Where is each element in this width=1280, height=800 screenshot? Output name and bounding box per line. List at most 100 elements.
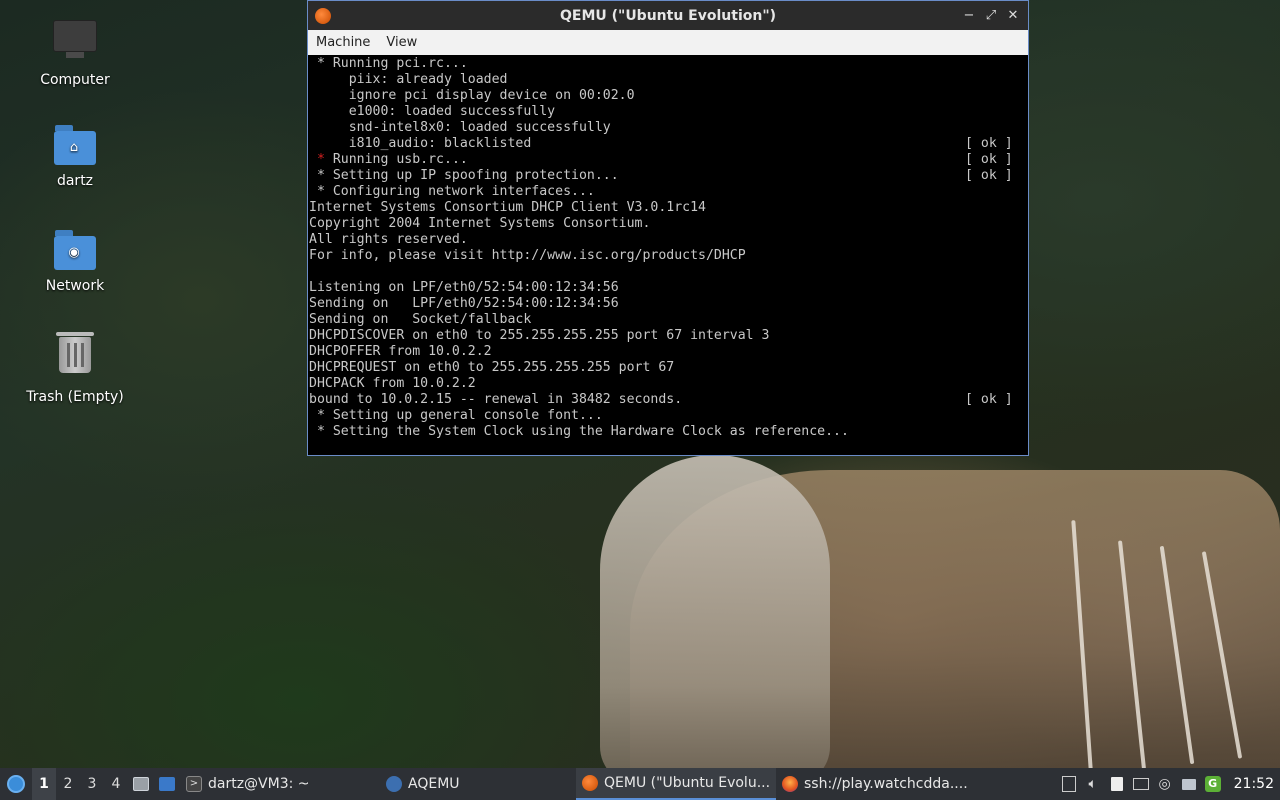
network-folder-icon: ◉: [53, 226, 97, 270]
console-line: piix: already loaded: [309, 72, 1028, 88]
console-line: ignore pci display device on 00:02.0: [309, 88, 1028, 104]
console-line-text: ignore pci display device on 00:02.0: [309, 88, 635, 103]
console-ok-status: [ ok ]: [965, 168, 1013, 183]
update-icon[interactable]: ◎: [1156, 775, 1174, 793]
task-label: AQEMU: [408, 776, 460, 792]
qemu-icon: [582, 775, 598, 791]
qemu-window[interactable]: QEMU ("Ubuntu Evolution") − ⤢ ✕ Machine …: [307, 0, 1029, 456]
desktop-icon-label: Computer: [40, 72, 110, 88]
start-menu-button[interactable]: [0, 768, 32, 800]
desktop-icon: [159, 777, 175, 791]
desktop-icon-trash[interactable]: Trash (Empty): [20, 331, 130, 405]
console-line: For info, please visit http://www.isc.or…: [309, 248, 1028, 264]
console-line-text: For info, please visit http://www.isc.or…: [309, 248, 746, 263]
desktop-icon-label: dartz: [56, 173, 94, 189]
workspace-4[interactable]: 4: [104, 768, 128, 800]
console-line: All rights reserved.: [309, 232, 1028, 248]
console-line-text: Sending on LPF/eth0/52:54:00:12:34:56: [309, 296, 619, 311]
console-line: DHCPACK from 10.0.2.2: [309, 376, 1028, 392]
task-qemu[interactable]: QEMU ("Ubuntu Evolu...: [576, 768, 776, 800]
console-line-text: * Setting the System Clock using the Har…: [309, 424, 849, 439]
wallpaper-kudu-neck: [600, 455, 830, 785]
show-desktop-launcher[interactable]: [154, 768, 180, 800]
console-line-text: * Configuring network interfaces...: [309, 184, 595, 199]
console-line-text: DHCPDISCOVER on eth0 to 255.255.255.255 …: [309, 328, 770, 343]
console-line-text: Sending on Socket/fallback: [309, 312, 532, 327]
console-line: * Setting up IP spoofing protection... [ …: [309, 168, 1028, 184]
green-app-icon[interactable]: G: [1204, 775, 1222, 793]
console-ok-status: [ ok ]: [965, 136, 1013, 151]
console-ok-status: [ ok ]: [965, 392, 1013, 407]
file-manager-launcher[interactable]: [128, 768, 154, 800]
console-line: DHCPREQUEST on eth0 to 255.255.255.255 p…: [309, 360, 1028, 376]
desktop-icon-label: Network: [45, 278, 105, 294]
firefox-icon: [782, 776, 798, 792]
console-line: * Running pci.rc...: [309, 56, 1028, 72]
task-terminal[interactable]: > dartz@VM3: ~: [180, 768, 380, 800]
console-line: Copyright 2004 Internet Systems Consorti…: [309, 216, 1028, 232]
vm-console[interactable]: * Running pci.rc... piix: already loaded…: [308, 55, 1028, 455]
console-line-text: Listening on LPF/eth0/52:54:00:12:34:56: [309, 280, 619, 295]
console-line: * Running usb.rc... [ ok ]: [309, 152, 1028, 168]
window-title: QEMU ("Ubuntu Evolution"): [559, 7, 777, 24]
console-line-text: bound to 10.0.2.15 -- renewal in 38482 s…: [309, 392, 683, 407]
file-manager-icon: [133, 777, 149, 791]
terminal-icon: >: [186, 776, 202, 792]
console-ok-status: [ ok ]: [965, 152, 1013, 167]
window-titlebar[interactable]: QEMU ("Ubuntu Evolution") − ⤢ ✕: [308, 1, 1028, 30]
workspace-1[interactable]: 1: [32, 768, 56, 800]
menubar: Machine View: [308, 30, 1028, 55]
task-firefox[interactable]: ssh://play.watchcdda....: [776, 768, 1012, 800]
console-line-text: * Running pci.rc...: [309, 56, 468, 71]
desktop-icon-label: Trash (Empty): [26, 389, 124, 405]
console-line-text: All rights reserved.: [309, 232, 468, 247]
menu-machine[interactable]: Machine: [308, 35, 378, 50]
task-aqemu[interactable]: AQEMU: [380, 768, 576, 800]
console-line: DHCPDISCOVER on eth0 to 255.255.255.255 …: [309, 328, 1028, 344]
console-line-text: Copyright 2004 Internet Systems Consorti…: [309, 216, 651, 231]
console-line: Sending on LPF/eth0/52:54:00:12:34:56: [309, 296, 1028, 312]
console-line: * Setting the System Clock using the Har…: [309, 424, 1028, 440]
console-line: i810_audio: blacklisted [ ok ]: [309, 136, 1028, 152]
console-line-text: piix: already loaded: [309, 72, 508, 87]
console-line: bound to 10.0.2.15 -- renewal in 38482 s…: [309, 392, 1028, 408]
close-button[interactable]: ✕: [1004, 7, 1022, 25]
network-icon[interactable]: [1132, 775, 1150, 793]
console-line: * Configuring network interfaces...: [309, 184, 1028, 200]
volume-icon[interactable]: 🔈︎: [1084, 775, 1102, 793]
minimize-button[interactable]: −: [960, 7, 978, 25]
workspace-2[interactable]: 2: [56, 768, 80, 800]
console-line-text: * Setting up IP spoofing protection...: [309, 168, 619, 183]
console-line-text: * Running usb.rc...: [316, 152, 468, 167]
console-line: Internet Systems Consortium DHCP Client …: [309, 200, 1028, 216]
clipboard-icon[interactable]: [1108, 775, 1126, 793]
console-line-text: DHCPREQUEST on eth0 to 255.255.255.255 p…: [309, 360, 675, 375]
desktop-icon-computer[interactable]: Computer: [20, 16, 130, 88]
console-line-text: Internet Systems Consortium DHCP Client …: [309, 200, 706, 215]
home-folder-icon: ⌂: [53, 121, 97, 165]
clock[interactable]: 21:52: [1234, 776, 1274, 792]
trash-icon: [53, 332, 97, 381]
task-label: ssh://play.watchcdda....: [804, 776, 968, 792]
console-line: Sending on Socket/fallback: [309, 312, 1028, 328]
task-label: QEMU ("Ubuntu Evolu...: [604, 775, 771, 791]
menu-view[interactable]: View: [378, 35, 425, 50]
tray-box-icon[interactable]: [1060, 775, 1078, 793]
maximize-button[interactable]: ⤢: [982, 7, 1000, 25]
system-tray: 🔈︎ ◎ G 21:52: [1060, 775, 1280, 793]
console-line-text: e1000: loaded successfully: [309, 104, 556, 119]
aqemu-icon: [386, 776, 402, 792]
console-line: * Setting up general console font...: [309, 408, 1028, 424]
console-line: snd-intel8x0: loaded successfully: [309, 120, 1028, 136]
desktop-icon-network[interactable]: ◉ Network: [20, 226, 130, 294]
start-logo-icon: [7, 775, 25, 793]
taskbar: 1 2 3 4 > dartz@VM3: ~ AQEMU QEMU ("Ubun…: [0, 768, 1280, 800]
console-line-text: i810_audio: blacklisted: [309, 136, 532, 151]
console-line-text: DHCPACK from 10.0.2.2: [309, 376, 476, 391]
desktop-icon-home[interactable]: ⌂ dartz: [20, 121, 130, 189]
display-icon[interactable]: [1180, 775, 1198, 793]
console-line: e1000: loaded successfully: [309, 104, 1028, 120]
workspace-3[interactable]: 3: [80, 768, 104, 800]
computer-icon: [53, 20, 97, 64]
